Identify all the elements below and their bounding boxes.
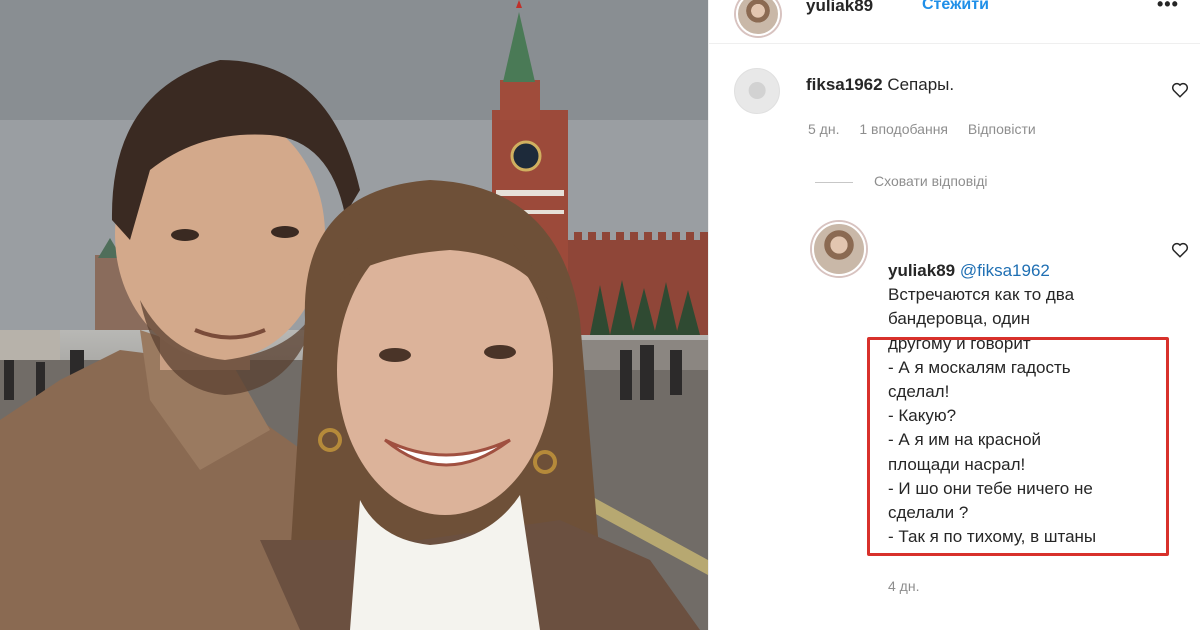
author-username[interactable]: yuliak89 bbox=[806, 0, 873, 16]
comment-username[interactable]: fiksa1962 bbox=[806, 75, 883, 94]
highlight-box bbox=[867, 337, 1169, 556]
like-heart-icon[interactable] bbox=[1171, 241, 1189, 259]
reply-link[interactable]: Відповісти bbox=[968, 121, 1036, 137]
more-options-icon[interactable]: ••• bbox=[1157, 0, 1179, 15]
replies-divider bbox=[815, 182, 853, 183]
like-heart-icon[interactable] bbox=[1171, 81, 1189, 99]
reply-time: 4 дн. bbox=[888, 578, 920, 594]
post-photo bbox=[0, 0, 708, 630]
comment-text: fiksa1962 Сепары. bbox=[806, 73, 954, 96]
follow-button[interactable]: Стежити bbox=[922, 0, 989, 14]
hide-replies-link[interactable]: Сховати відповіді bbox=[874, 173, 988, 189]
selfie-illustration bbox=[0, 0, 708, 630]
reply-line: Встречаются как то два bbox=[888, 285, 1075, 305]
comment-body: Сепары. bbox=[887, 75, 955, 94]
comment-time: 5 дн. bbox=[808, 121, 840, 137]
reply-avatar[interactable] bbox=[812, 222, 866, 276]
commenter-avatar[interactable] bbox=[734, 68, 780, 114]
comment-likes[interactable]: 1 вподобання bbox=[859, 121, 948, 137]
reply-line: бандеровца, один bbox=[888, 309, 1031, 329]
reply-username[interactable]: yuliak89 bbox=[888, 261, 955, 280]
comment-meta: 5 дн. 1 вподобання Відповісти bbox=[808, 121, 1052, 137]
reply-mention[interactable]: @fiksa1962 bbox=[960, 261, 1050, 280]
